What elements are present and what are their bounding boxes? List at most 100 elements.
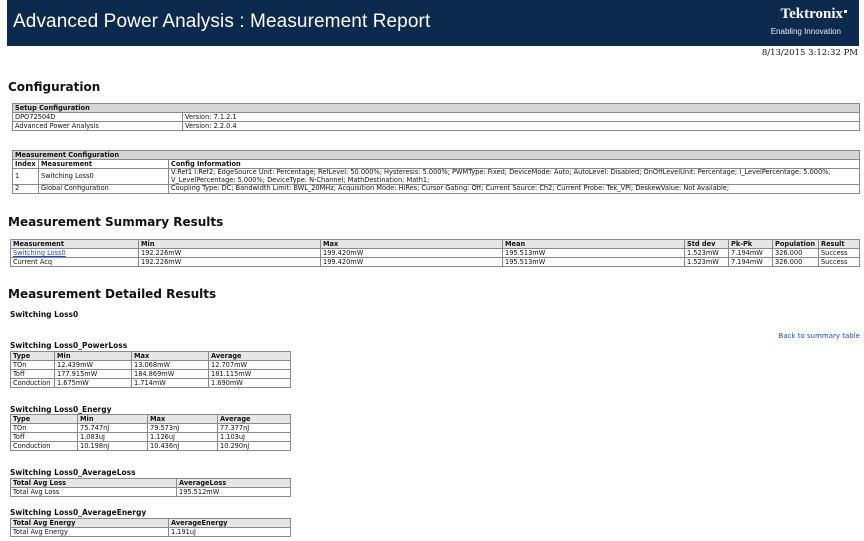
summary-cell: Current Acq (10, 257, 139, 267)
power-loss-table: Type Min Max Average TOn 12.439mW 13.068… (10, 351, 291, 388)
detail-cell: TOn (10, 423, 78, 433)
summary-cell: 195.513mW (502, 248, 685, 258)
column-header: AverageEnergy (168, 518, 291, 528)
column-header: Total Avg Energy (10, 518, 169, 528)
column-header: Config Information (168, 159, 860, 169)
configuration-heading: Configuration (8, 80, 101, 94)
column-header: Std dev (684, 239, 729, 249)
measurement-config-caption: Measurement Configuration (12, 150, 860, 160)
summary-cell: 199.420mW (320, 248, 503, 258)
brand-tagline: Enabling Innovation (770, 27, 841, 36)
detail-cell: 195.512mW (176, 487, 291, 497)
table-row: 2 Global Configuration Coupling Type: DC… (12, 184, 860, 194)
detail-cell: 12.439mW (54, 360, 132, 370)
measurement-configuration-table: Measurement Configuration Index Measurem… (12, 150, 860, 194)
detail-cell: 10.436nJ (147, 441, 218, 451)
column-header: Type (10, 414, 78, 424)
detail-cell: 181.115mW (208, 369, 291, 379)
column-header: Population (772, 239, 819, 249)
brand-dot-icon (844, 10, 847, 13)
brand-name: Tektronix (780, 6, 843, 22)
column-header: Total Avg Loss (10, 478, 177, 488)
detail-cell: 1.126uJ (147, 432, 218, 442)
summary-cell: 7.194mW (728, 248, 773, 258)
setup-caption: Setup Configuration (12, 103, 860, 113)
detail-cell: 1.103uJ (217, 432, 291, 442)
column-header: Index (12, 159, 39, 169)
column-header: AverageLoss (176, 478, 291, 488)
detail-cell: 13.068mW (131, 360, 209, 370)
detailed-heading: Measurement Detailed Results (8, 287, 217, 301)
config-measurement: Global Configuration (38, 184, 169, 194)
column-header: Max (131, 351, 209, 361)
config-index: 1 (12, 168, 39, 185)
table-row: TOn 12.439mW 13.068mW 12.707mW (10, 360, 291, 370)
table-row: Conduction 10.198nJ 10.436nJ 10.290nJ (10, 441, 291, 451)
summary-cell: 326.000 (772, 257, 819, 267)
average-energy-table: Total Avg Energy AverageEnergy Total Avg… (10, 518, 291, 537)
summary-cell: Success (818, 248, 860, 258)
config-index: 2 (12, 184, 39, 194)
table-row: TOn 75.747nJ 79.573nJ 77.377nJ (10, 423, 291, 433)
switching-loss-link[interactable]: Switching Loss0 (10, 248, 139, 258)
detail-cell: Conduction (10, 441, 78, 451)
config-info: Coupling Type: DC; Bandwidth Limit: BWL_… (168, 184, 860, 194)
column-header: Mean (502, 239, 685, 249)
detail-cell: 184.869mW (131, 369, 209, 379)
summary-cell: 1.523mW (684, 248, 729, 258)
table-row: Toff 1.083uJ 1.126uJ 1.103uJ (10, 432, 291, 442)
setup-item: Advanced Power Analysis (12, 121, 183, 131)
back-to-summary-link[interactable]: Back to summary table (779, 332, 860, 340)
setup-version: Version: 7.1.2.1 (182, 112, 860, 122)
setup-configuration-table: Setup Configuration DPO72504D Version: 7… (12, 103, 860, 131)
detail-cell: 75.747nJ (77, 423, 148, 433)
detail-cell: 1.191uJ (168, 527, 291, 537)
detailed-subheading: Switching Loss0 (10, 310, 79, 319)
detail-cell: 1.690mW (208, 378, 291, 388)
report-title: Advanced Power Analysis : Measurement Re… (13, 11, 431, 32)
column-header: Average (208, 351, 291, 361)
table-row: Total Avg Loss 195.512mW (10, 487, 291, 497)
table-row: 1 Switching Loss0 V:Ref1 I:Ref2; EdgeSou… (12, 168, 860, 185)
column-header: Min (77, 414, 148, 424)
detail-cell: 1.714mW (131, 378, 209, 388)
energy-table: Type Min Max Average TOn 75.747nJ 79.573… (10, 414, 291, 451)
table-row: Toff 177.915mW 184.869mW 181.115mW (10, 369, 291, 379)
config-measurement: Switching Loss0 (38, 168, 169, 185)
detail-cell: 79.573nJ (147, 423, 218, 433)
detail-cell: 10.290nJ (217, 441, 291, 451)
column-header: Pk-Pk (728, 239, 773, 249)
column-header: Max (147, 414, 218, 424)
brand-logo: Tektronix (780, 6, 847, 23)
energy-caption: Switching Loss0_Energy (10, 405, 112, 414)
detail-cell: TOn (10, 360, 55, 370)
column-header: Measurement (38, 159, 169, 169)
summary-cell: 326.000 (772, 248, 819, 258)
power-loss-caption: Switching Loss0_PowerLoss (10, 341, 128, 350)
column-header: Type (10, 351, 55, 361)
report-banner: Advanced Power Analysis : Measurement Re… (7, 0, 859, 46)
summary-cell: Success (818, 257, 860, 267)
column-header: Min (138, 239, 321, 249)
table-row: Current Acq 192.226mW 199.420mW 195.513m… (10, 257, 860, 267)
column-header: Max (320, 239, 503, 249)
summary-cell: 1.523mW (684, 257, 729, 267)
average-loss-table: Total Avg Loss AverageLoss Total Avg Los… (10, 478, 291, 497)
table-row: Switching Loss0 192.226mW 199.420mW 195.… (10, 248, 860, 258)
summary-cell: 195.513mW (502, 257, 685, 267)
summary-cell: 192.226mW (138, 257, 321, 267)
switching-loss-link-text[interactable]: Switching Loss0 (13, 250, 66, 257)
table-row: Advanced Power Analysis Version: 2.2.0.4 (12, 121, 860, 131)
column-header: Min (54, 351, 132, 361)
detail-cell: 12.707mW (208, 360, 291, 370)
detail-cell: 1.675mW (54, 378, 132, 388)
column-header: Measurement (10, 239, 139, 249)
average-energy-caption: Switching Loss0_AverageEnergy (10, 508, 147, 517)
detail-cell: Toff (10, 369, 55, 379)
detail-cell: Total Avg Energy (10, 527, 169, 537)
summary-table: Measurement Min Max Mean Std dev Pk-Pk P… (10, 239, 860, 267)
summary-cell: 192.226mW (138, 248, 321, 258)
detail-cell: Conduction (10, 378, 55, 388)
setup-item: DPO72504D (12, 112, 183, 122)
average-loss-caption: Switching Loss0_AverageLoss (10, 468, 136, 477)
